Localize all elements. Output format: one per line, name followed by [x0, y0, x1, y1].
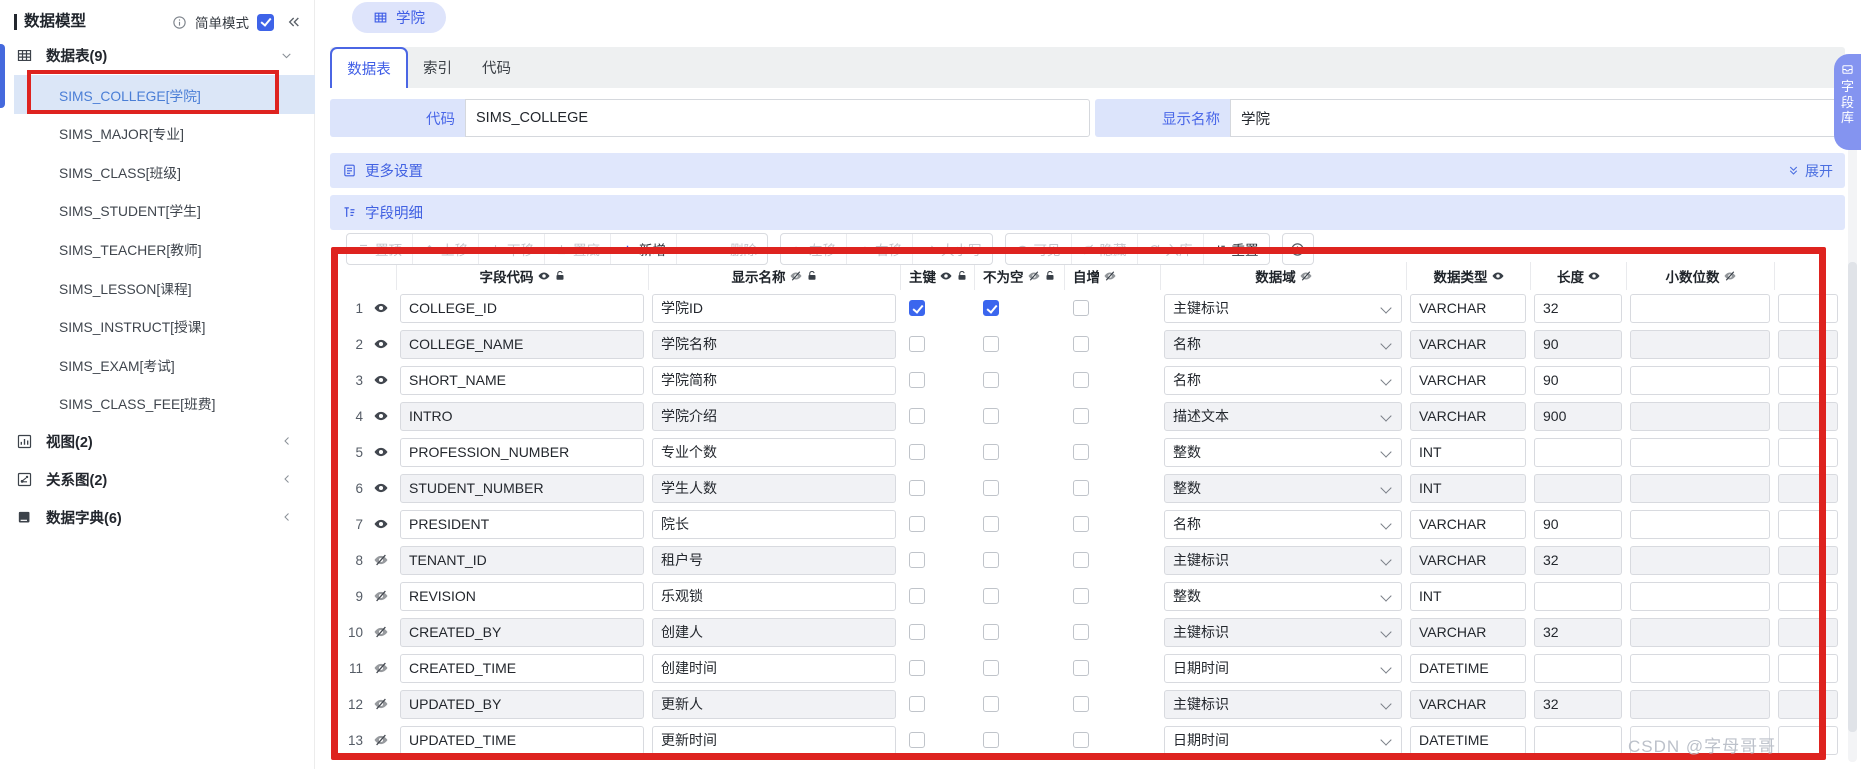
tab-index[interactable]: 索引 [408, 47, 467, 88]
sidebar-section-tables[interactable]: 数据表(9) [16, 38, 303, 72]
dictionary-book-icon [16, 509, 33, 526]
display-name-input[interactable] [1230, 99, 1838, 137]
tab-data-table[interactable]: 数据表 [330, 47, 408, 88]
field-library-label: 字段库 [1841, 79, 1854, 126]
sidebar-item-sims_instruct[interactable]: SIMS_INSTRUCT[授课] [14, 307, 315, 346]
chevron-left-icon[interactable] [281, 511, 293, 523]
sidebar-item-sims_class_fee[interactable]: SIMS_CLASS_FEE[班费] [14, 384, 315, 423]
field-library-icon [1841, 63, 1854, 76]
chevron-down-icon[interactable] [280, 49, 293, 62]
tab-code[interactable]: 代码 [467, 47, 526, 88]
table-grid-icon [373, 10, 388, 25]
sidebar-section-views[interactable]: 视图(2) [16, 424, 303, 458]
sidebar-section-label: 数据表(9) [46, 45, 107, 66]
sidebar-section-relations[interactable]: 关系图(2) [16, 462, 303, 496]
chevron-left-icon[interactable] [281, 473, 293, 485]
sidebar: 数据模型 简单模式 数据表(9) SIMS_COLLEGE[学院]SIMS_MA… [0, 0, 315, 769]
open-table-tab-label: 学院 [396, 7, 425, 28]
sidebar-section-label: 数据字典(6) [46, 507, 122, 528]
sidebar-item-sims_major[interactable]: SIMS_MAJOR[专业] [14, 114, 315, 153]
table-grid-icon [16, 47, 33, 64]
sidebar-accent-bar [0, 44, 5, 108]
simple-mode-label: 简单模式 [195, 12, 249, 32]
chevron-left-icon[interactable] [281, 435, 293, 447]
more-settings-label: 更多设置 [365, 160, 423, 181]
field-library-toggle[interactable]: 字段库 [1834, 54, 1861, 150]
field-list-icon [342, 205, 357, 220]
sidebar-item-sims_exam[interactable]: SIMS_EXAM[考试] [14, 345, 315, 384]
field-detail-bar[interactable]: 字段明细 [330, 195, 1845, 230]
sidebar-item-sims_class[interactable]: SIMS_CLASS[班级] [14, 152, 315, 191]
open-table-tab[interactable]: 学院 [352, 2, 446, 33]
document-icon [342, 163, 357, 178]
scrollbar-thumb[interactable] [1848, 262, 1857, 732]
view-chart-icon [16, 433, 33, 450]
code-field-label: 代码 [330, 99, 465, 137]
sidebar-item-sims_student[interactable]: SIMS_STUDENT[学生] [14, 191, 315, 230]
display-name-field-label: 显示名称 [1095, 99, 1230, 137]
sidebar-section-dictionary[interactable]: 数据字典(6) [16, 500, 303, 534]
info-circle-icon [172, 15, 187, 30]
double-chevron-left-icon[interactable] [286, 14, 302, 30]
code-input[interactable] [465, 99, 1090, 137]
relation-diagram-icon [16, 471, 33, 488]
sidebar-section-label: 关系图(2) [46, 469, 107, 490]
sidebar-header: 数据模型 简单模式 [14, 9, 302, 35]
simple-mode-checkbox[interactable] [257, 14, 274, 31]
field-detail-label: 字段明细 [365, 202, 423, 223]
sidebar-item-sims_lesson[interactable]: SIMS_LESSON[课程] [14, 268, 315, 307]
sidebar-section-label: 视图(2) [46, 431, 93, 452]
expand-link[interactable]: 展开 [1787, 161, 1833, 181]
double-chevron-down-icon [1787, 164, 1800, 177]
annotation-red-box-table [331, 247, 1826, 760]
sidebar-item-sims_teacher[interactable]: SIMS_TEACHER[教师] [14, 229, 315, 268]
annotation-red-box-sidebar [27, 70, 279, 114]
watermark: CSDN @字母哥哥 [1628, 732, 1776, 757]
sidebar-title: 数据模型 [14, 14, 86, 30]
more-settings-bar[interactable]: 更多设置 展开 [330, 153, 1845, 188]
detail-tabbar: 数据表 索引 代码 [330, 47, 1845, 88]
